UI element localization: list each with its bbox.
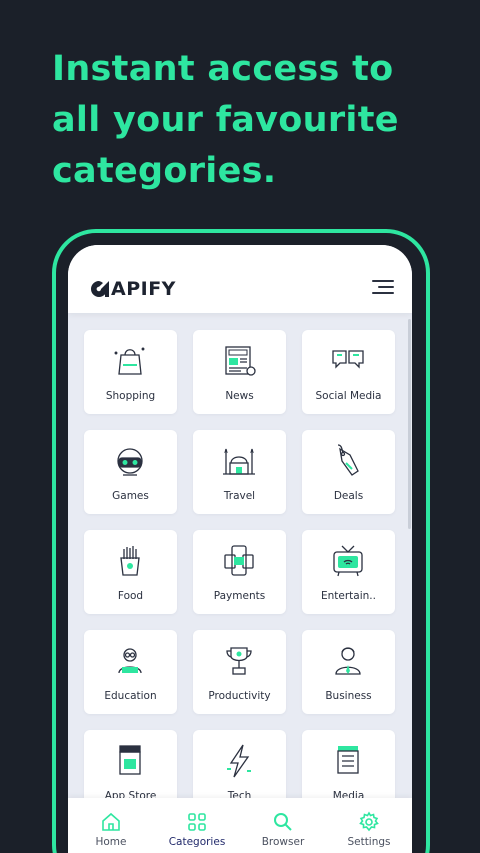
category-label: Games [112, 490, 149, 502]
app-screen: APIFY Shopping News Social Media Games T… [68, 245, 412, 853]
bottom-nav: Home Categories Browser Settings [68, 798, 412, 853]
nav-categories-label: Categories [168, 836, 226, 848]
film-icon [337, 746, 359, 774]
vr-headset-icon [117, 448, 143, 476]
category-label: Travel [223, 490, 256, 502]
search-icon [274, 813, 292, 831]
category-label: Payments [213, 590, 266, 602]
category-tile-education[interactable]: Education [84, 630, 177, 714]
mosque-icon [223, 448, 255, 475]
category-label: Productivity [208, 690, 271, 702]
category-tile-shopping[interactable]: Shopping [84, 330, 177, 414]
student-icon [118, 648, 142, 674]
menu-line [372, 292, 394, 294]
menu-line [378, 286, 394, 288]
category-label: Shopping [105, 390, 156, 402]
category-grid: Shopping News Social Media Games Travel … [84, 330, 396, 814]
menu-line [372, 280, 394, 282]
logo: APIFY [88, 277, 176, 301]
category-tile-food[interactable]: Food [84, 530, 177, 614]
logo-text: APIFY [111, 278, 176, 300]
mobile-payment-icon [224, 545, 254, 576]
nav-browser-label: Browser [261, 836, 305, 848]
television-icon [333, 545, 363, 577]
home-icon [102, 812, 120, 831]
category-label: Social Media [315, 390, 382, 402]
category-tile-travel[interactable]: Travel [193, 430, 286, 514]
category-label: Food [117, 590, 144, 602]
lightning-icon [227, 744, 251, 778]
category-label: Education [104, 690, 157, 702]
store-icon [119, 745, 141, 775]
fries-icon [120, 546, 140, 576]
shopping-bag-icon [114, 347, 145, 375]
category-tile-payments[interactable]: Payments [193, 530, 286, 614]
category-tile-business[interactable]: Business [302, 630, 395, 714]
speech-bubbles-icon [332, 350, 364, 369]
nav-settings[interactable]: Settings [326, 803, 412, 848]
nav-categories[interactable]: Categories [154, 803, 240, 848]
category-tile-social-media[interactable]: Social Media [302, 330, 395, 414]
scrollbar[interactable] [408, 319, 411, 529]
grid-icon [188, 813, 206, 831]
nav-home[interactable]: Home [68, 803, 154, 848]
gear-icon [359, 811, 379, 832]
category-tile-deals[interactable]: Deals [302, 430, 395, 514]
headline: Instant access to all your favourite cat… [52, 49, 399, 191]
nav-browser[interactable]: Browser [240, 803, 326, 848]
category-label: Deals [333, 490, 364, 502]
businessman-icon [335, 647, 361, 675]
category-tile-news[interactable]: News [193, 330, 286, 414]
price-tag-icon [337, 444, 359, 476]
category-tile-games[interactable]: Games [84, 430, 177, 514]
nav-settings-label: Settings [347, 836, 391, 848]
category-label: Business [325, 690, 372, 702]
app-header: APIFY [68, 245, 412, 313]
category-label: Entertain.. [321, 590, 376, 602]
menu-button[interactable] [372, 279, 394, 297]
logo-mark-icon [91, 281, 109, 297]
category-tile-productivity[interactable]: Productivity [193, 630, 286, 714]
trophy-icon [226, 647, 252, 675]
nav-home-label: Home [95, 836, 127, 848]
category-label: News [225, 390, 254, 402]
newspaper-icon [225, 346, 256, 376]
category-tile-entertainment[interactable]: Entertain.. [302, 530, 395, 614]
